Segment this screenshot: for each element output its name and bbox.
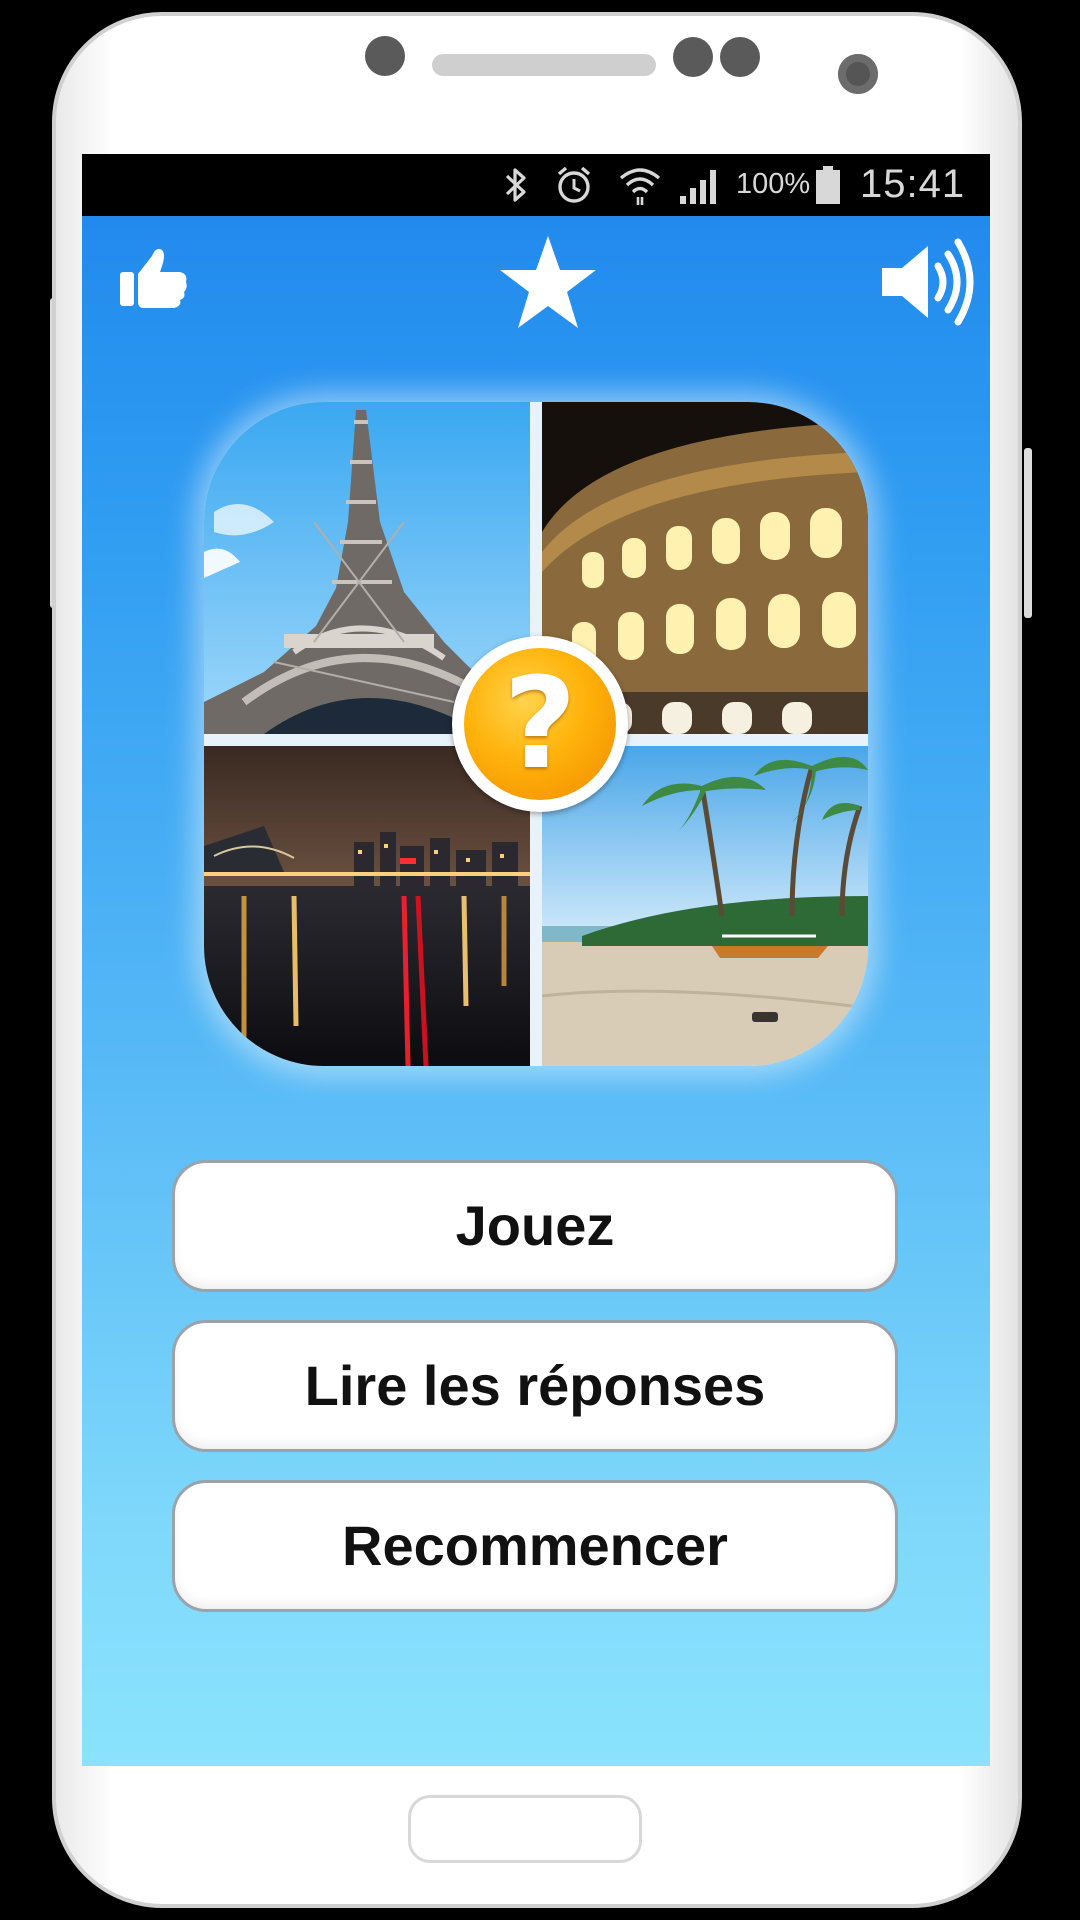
- question-mark-icon: ?: [503, 650, 577, 797]
- front-camera: [838, 54, 878, 94]
- sensor-dot: [365, 36, 405, 76]
- app-screen: 100% 15:41 ? Jouez Lire les réponses Rec…: [82, 154, 990, 1766]
- device-frame: 100% 15:41 ? Jouez Lire les réponses Rec…: [0, 0, 1080, 1920]
- signal-icon: [680, 170, 716, 204]
- star-icon[interactable]: [498, 234, 598, 330]
- puzzle-preview: ?: [204, 402, 868, 1066]
- restart-button[interactable]: Recommencer: [172, 1480, 898, 1612]
- read-answers-button[interactable]: Lire les réponses: [172, 1320, 898, 1452]
- sound-icon[interactable]: [878, 236, 974, 328]
- thumbs-up-icon[interactable]: [118, 242, 190, 314]
- sensor-dot: [720, 37, 760, 77]
- sensor-dot: [673, 37, 713, 77]
- wifi-icon: [619, 168, 661, 205]
- power-side-button: [1024, 448, 1032, 618]
- battery-icon: [816, 166, 840, 204]
- status-bar: 100% 15:41: [82, 154, 990, 216]
- question-badge: ?: [452, 636, 628, 812]
- home-button[interactable]: [408, 1795, 642, 1863]
- bluetooth-icon: [505, 168, 526, 202]
- status-clock: 15:41: [860, 162, 966, 206]
- earpiece-speaker: [432, 54, 656, 76]
- play-button[interactable]: Jouez: [172, 1160, 898, 1292]
- battery-percentage: 100%: [736, 168, 811, 200]
- alarm-icon: [557, 166, 591, 203]
